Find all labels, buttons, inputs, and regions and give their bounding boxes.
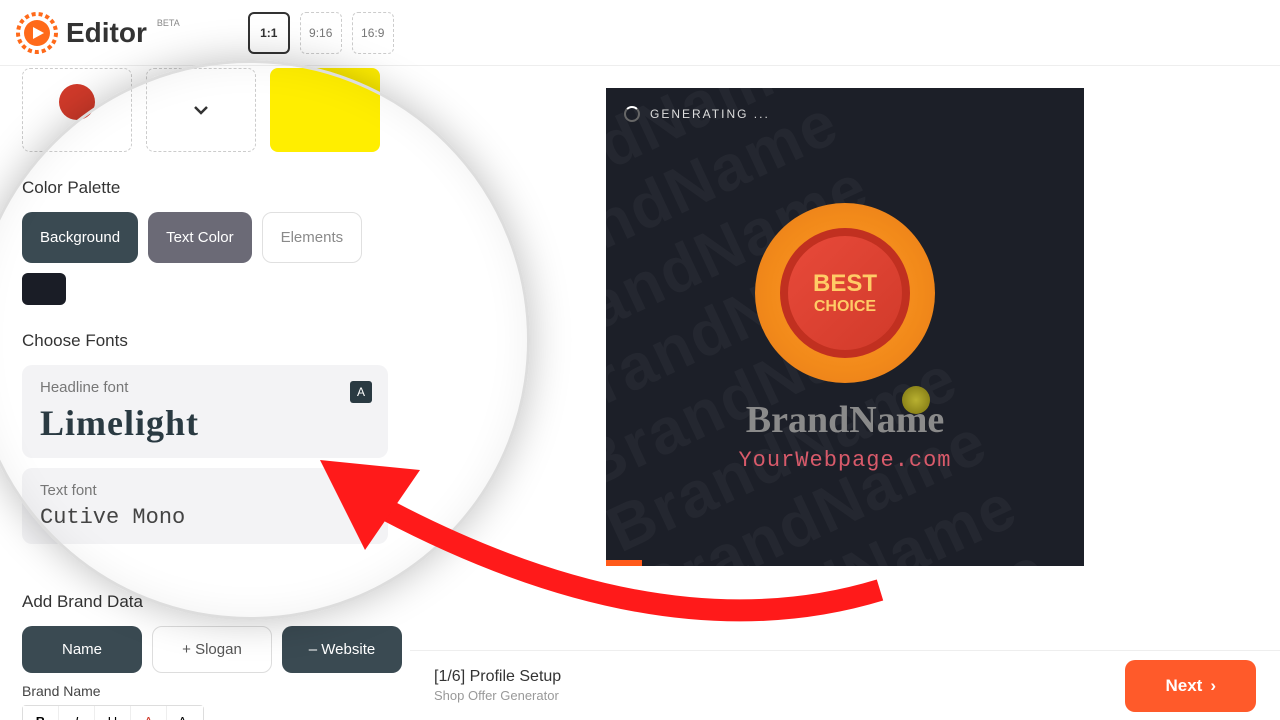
thumb-yellow[interactable] (270, 68, 380, 152)
thumb-badge[interactable] (22, 68, 132, 152)
elements-pill[interactable]: Elements (262, 212, 363, 263)
headline-font-card[interactable]: Headline font Limelight A (22, 365, 388, 458)
top-bar: Editor BETA 1:1 9:16 16:9 (0, 0, 1280, 66)
italic-button[interactable]: I (59, 706, 95, 720)
headline-font-label: Headline font (40, 379, 370, 396)
slogan-toggle[interactable]: + Slogan (152, 626, 272, 673)
step-subtitle: Shop Offer Generator (434, 688, 561, 703)
sidebar: Color Palette Background Text Color Elem… (0, 66, 410, 720)
step-label: [1/6] Profile Setup (434, 668, 561, 686)
cursor-highlight (902, 386, 930, 414)
palette-row: Background Text Color Elements (22, 212, 388, 263)
aspect-1-1[interactable]: 1:1 (248, 12, 290, 54)
brand-title: Add Brand Data (22, 592, 388, 612)
canvas-progress (606, 560, 642, 566)
brand-name-label: Brand Name (22, 683, 388, 699)
best-choice-badge: BEST CHOICE (755, 203, 935, 383)
text-font-label: Text font (40, 482, 370, 499)
background-label: Background (40, 229, 120, 246)
brand-name-toggle[interactable]: Name (22, 626, 142, 673)
color-swatch[interactable] (22, 273, 66, 305)
aspect-9-16[interactable]: 9:16 (300, 12, 342, 54)
thumb-transparent[interactable] (146, 68, 256, 152)
preview-canvas[interactable]: BrandName BrandName BrandName BrandName … (606, 88, 1084, 566)
logo-icon (16, 12, 58, 54)
text-color-label: Text Color (166, 229, 234, 246)
elements-label: Elements (281, 229, 344, 246)
canvas-webpage: YourWebpage.com (738, 448, 951, 473)
chevron-down-icon (191, 100, 211, 120)
generating-label: GENERATING ... (650, 107, 770, 121)
text-font-value: Cutive Mono (40, 505, 370, 530)
canvas-area: BrandName BrandName BrandName BrandName … (410, 66, 1280, 650)
font-size-button[interactable]: A₂ (167, 706, 203, 720)
next-label: Next (1165, 676, 1202, 696)
next-button[interactable]: Next › (1125, 660, 1256, 712)
app-logo: Editor BETA (16, 12, 180, 54)
aspect-ratio-group: 1:1 9:16 16:9 (248, 12, 394, 54)
badge-line2: CHOICE (814, 298, 876, 316)
headline-font-value: Limelight (40, 402, 370, 444)
aspect-16-9[interactable]: 16:9 (352, 12, 394, 54)
website-toggle[interactable]: – Website (282, 626, 402, 673)
palette-title: Color Palette (22, 178, 388, 198)
badge-line1: BEST (813, 270, 877, 298)
text-color-pill[interactable]: Text Color (148, 212, 252, 263)
app-name: Editor (66, 17, 147, 49)
spinner-icon (624, 106, 640, 122)
swatch-row (22, 273, 388, 305)
brand-pill-row: Name + Slogan – Website (22, 626, 388, 673)
format-toolbar: B I U A A₂ (22, 705, 204, 720)
font-badge-icon: A (350, 381, 372, 403)
bold-button[interactable]: B (23, 706, 59, 720)
bottom-bar: [1/6] Profile Setup Shop Offer Generator… (410, 650, 1280, 720)
text-font-card[interactable]: Text font Cutive Mono (22, 468, 388, 544)
beta-tag: BETA (157, 18, 180, 28)
underline-button[interactable]: U (95, 706, 131, 720)
chevron-right-icon: › (1210, 676, 1216, 696)
font-color-button[interactable]: A (131, 706, 167, 720)
generating-overlay: GENERATING ... (624, 106, 770, 122)
background-pill[interactable]: Background (22, 212, 138, 263)
fonts-title: Choose Fonts (22, 331, 388, 351)
thumbnail-row (22, 66, 388, 152)
